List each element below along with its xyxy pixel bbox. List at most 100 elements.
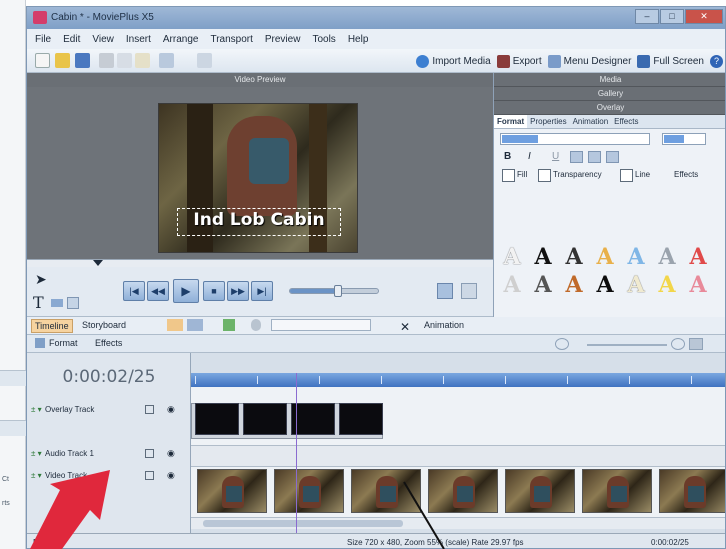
font-size-select[interactable] (662, 133, 706, 145)
tab-storyboard[interactable]: Storyboard (79, 319, 129, 331)
underline-button[interactable]: U (552, 151, 559, 162)
text-style-swatch[interactable]: A (624, 245, 648, 269)
playhead[interactable] (296, 373, 297, 533)
track-mute-icon[interactable]: ◉ (167, 448, 175, 459)
text-tool-icon[interactable]: T (33, 293, 44, 312)
gallery-panel-header[interactable]: Gallery (494, 87, 725, 101)
text-style-swatch[interactable]: A (500, 245, 524, 269)
microphone-icon[interactable] (251, 319, 261, 331)
overlay-panel-header[interactable]: Overlay (494, 101, 725, 115)
tab-effects[interactable]: Effects (611, 115, 641, 128)
help-button[interactable]: ? (710, 52, 723, 70)
fit-timeline-icon[interactable] (689, 338, 703, 350)
audio-track-header[interactable]: ± ▾ Audio Track 1 ◉ (27, 445, 191, 465)
font-family-select[interactable] (500, 133, 650, 145)
save-icon[interactable] (75, 53, 90, 68)
timeline-area[interactable] (191, 353, 725, 533)
menu-file[interactable]: File (35, 34, 51, 45)
stop-button[interactable]: ■ (203, 281, 225, 301)
split-icon[interactable]: ✕ (397, 319, 413, 335)
tab-format[interactable]: Format (494, 115, 528, 128)
effects-label[interactable]: Effects (674, 170, 698, 179)
minimize-button[interactable]: – (635, 9, 659, 24)
menu-insert[interactable]: Insert (126, 34, 151, 45)
text-style-swatch[interactable]: A (686, 245, 710, 269)
align-right-icon[interactable] (606, 151, 619, 163)
video-clip-thumbnail[interactable] (274, 469, 344, 513)
preview-options-icon[interactable] (437, 283, 453, 299)
pointer-tool-icon[interactable]: ➤ (35, 271, 47, 288)
timeline-effects-button[interactable]: Effects (95, 338, 122, 348)
video-clip-thumbnail[interactable] (428, 469, 498, 513)
zoom-slider[interactable] (587, 344, 667, 346)
text-style-swatch[interactable]: A (562, 273, 586, 297)
skip-forward-button[interactable]: ▶| (251, 281, 273, 301)
menu-help[interactable]: Help (348, 34, 369, 45)
text-style-swatch[interactable]: A (562, 245, 586, 269)
text-style-swatch[interactable]: A (686, 273, 710, 297)
video-preview[interactable]: Ind Lob Cabin (27, 87, 493, 259)
text-style-swatch[interactable]: A (593, 273, 617, 297)
menu-designer-button[interactable]: Menu Designer (547, 52, 631, 70)
menu-preview[interactable]: Preview (265, 34, 301, 45)
overlay-track-lane[interactable] (191, 387, 725, 445)
fill-checkbox[interactable] (502, 169, 515, 182)
tab-animation[interactable]: Animation (570, 115, 612, 128)
overlay-track-header[interactable]: ± ▾ Overlay Track ◉ (27, 401, 191, 421)
image-tool-icon[interactable] (67, 297, 79, 309)
timeline-scrollbar[interactable] (191, 517, 725, 529)
video-track-lane[interactable] (191, 467, 725, 517)
menu-tools[interactable]: Tools (312, 34, 335, 45)
expand-track-icon[interactable]: ± ▾ (31, 449, 42, 458)
text-style-swatch[interactable]: A (500, 273, 524, 297)
undo-icon[interactable] (159, 53, 174, 68)
transparency-checkbox[interactable] (538, 169, 551, 182)
align-left-icon[interactable] (570, 151, 583, 163)
text-style-swatch[interactable]: A (531, 245, 555, 269)
audio-track-lane[interactable] (191, 445, 725, 467)
animation-button[interactable]: Animation (421, 319, 467, 331)
volume-slider[interactable] (289, 285, 379, 297)
cut-icon[interactable] (99, 53, 114, 68)
timeline-view-icon[interactable] (167, 319, 183, 331)
skip-back-button[interactable]: |◀ (123, 281, 145, 301)
full-screen-button[interactable]: Full Screen (637, 52, 704, 70)
preview-frame[interactable]: Ind Lob Cabin (158, 103, 358, 253)
timeline-scrollbar-thumb[interactable] (203, 520, 403, 527)
menu-transport[interactable]: Transport (210, 34, 252, 45)
video-clip-thumbnail[interactable] (351, 469, 421, 513)
text-style-swatch[interactable]: A (655, 245, 679, 269)
track-lock-icon[interactable] (145, 405, 154, 414)
volume-thumb[interactable] (334, 285, 343, 297)
play-button[interactable]: ▶ (173, 279, 199, 303)
shape-tool-icon[interactable] (51, 299, 63, 307)
menu-edit[interactable]: Edit (63, 34, 80, 45)
marker-icon[interactable] (223, 319, 235, 331)
text-style-swatch[interactable]: A (593, 245, 617, 269)
align-center-icon[interactable] (588, 151, 601, 163)
line-checkbox[interactable] (620, 169, 633, 182)
rewind-button[interactable]: ◀◀ (147, 281, 169, 301)
import-media-button[interactable]: Import Media (416, 52, 491, 70)
timeline-format-button[interactable]: Format (49, 338, 78, 348)
text-style-swatch[interactable]: A (531, 273, 555, 297)
expand-track-icon[interactable]: ± ▾ (31, 471, 42, 480)
paste-icon[interactable] (135, 53, 150, 68)
redo-icon[interactable] (197, 53, 212, 68)
track-lock-icon[interactable] (145, 471, 154, 480)
tab-properties[interactable]: Properties (527, 115, 569, 128)
insert-icon[interactable] (187, 319, 203, 331)
video-clip-thumbnail[interactable] (582, 469, 652, 513)
maximize-button[interactable]: □ (660, 9, 684, 24)
zoom-out-icon[interactable] (555, 338, 569, 350)
preview-size-icon[interactable] (461, 283, 477, 299)
open-icon[interactable] (55, 53, 70, 68)
text-style-swatch[interactable]: A (624, 273, 648, 297)
bold-button[interactable]: B (504, 151, 511, 162)
video-clip-thumbnail[interactable] (659, 469, 725, 513)
track-visibility-icon[interactable]: ◉ (167, 470, 175, 481)
video-clip-thumbnail[interactable] (505, 469, 575, 513)
video-clip-thumbnail[interactable] (197, 469, 267, 513)
italic-button[interactable]: I (528, 151, 531, 162)
new-icon[interactable] (35, 53, 50, 68)
